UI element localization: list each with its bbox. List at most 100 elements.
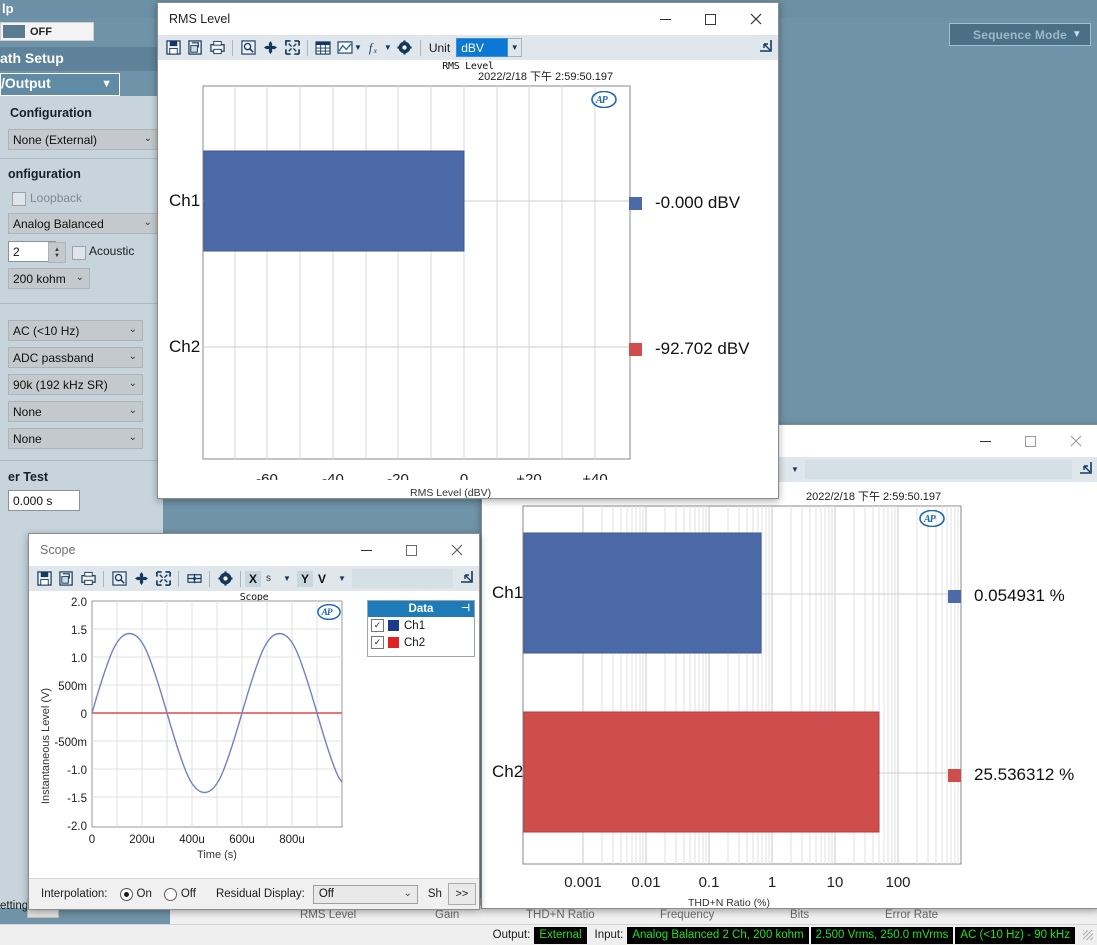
status-filter-value: AC (<10 Hz) - 90 kHz	[955, 926, 1075, 944]
chevron-down-icon[interactable]: ▼	[384, 43, 392, 52]
toolbar-separator	[232, 39, 233, 56]
field-output-config[interactable]: None (External) ⌄	[8, 129, 158, 150]
svg-text:+20: +20	[516, 471, 541, 480]
print-icon[interactable]	[78, 568, 98, 589]
data-panel-row-ch1[interactable]: ✓ Ch1	[368, 617, 474, 634]
maximize-icon[interactable]	[1008, 425, 1053, 457]
chevron-down-icon: ⌄	[128, 351, 137, 362]
loopback-checkbox[interactable]	[12, 192, 26, 206]
svg-text:1: 1	[768, 874, 776, 891]
close-icon[interactable]	[434, 534, 479, 566]
chevron-down-icon: ⌄	[143, 133, 152, 144]
thdn-toolbar-field[interactable]	[804, 460, 1072, 479]
fit-icon[interactable]	[282, 37, 302, 58]
expand-more-button[interactable]: >>	[447, 883, 476, 905]
function-icon[interactable]: fx	[365, 37, 385, 58]
unit-select[interactable]: dBV	[456, 38, 509, 57]
result-tab-rms-level[interactable]: RMS Level	[300, 909, 356, 921]
expand-more-label: >>	[455, 888, 469, 900]
residual-display-select[interactable]: Off ⌄	[312, 884, 418, 904]
scope-toolbar-field[interactable]	[351, 569, 453, 588]
crosshair-icon[interactable]	[184, 568, 204, 589]
field-coupling[interactable]: AC (<10 Hz) ⌄	[8, 320, 143, 341]
input-output-dropdown[interactable]: /Output ▼	[0, 73, 120, 96]
ch2-checkbox[interactable]: ✓	[371, 636, 384, 649]
chevron-down-icon[interactable]: ▼	[338, 574, 346, 583]
scope-footer: Interpolation: On Off Residual Display: …	[29, 878, 479, 909]
expand-corner-icon[interactable]	[1079, 461, 1092, 477]
expand-corner-icon[interactable]	[759, 39, 772, 55]
scope-title-bar[interactable]: Scope	[29, 534, 479, 566]
chevron-down-icon: ⌄	[403, 887, 412, 899]
y-axis-toggle[interactable]: Y	[296, 570, 313, 587]
minimize-icon[interactable]	[344, 534, 389, 566]
maximize-icon[interactable]	[688, 3, 733, 35]
field-impedance[interactable]: 200 kohm ⌄	[8, 268, 90, 289]
legend-swatch-ch2	[629, 342, 642, 356]
chevron-down-icon[interactable]: ▼	[354, 43, 362, 52]
field-filter-1[interactable]: None ⌄	[8, 401, 143, 422]
maximize-icon[interactable]	[389, 534, 434, 566]
power-toggle[interactable]: OFF	[0, 22, 94, 41]
svg-text:0.001: 0.001	[564, 874, 602, 891]
rms-title-bar[interactable]: RMS Level	[158, 3, 778, 35]
x-unit-label: s	[266, 573, 272, 584]
field-sample-rate[interactable]: 90k (192 kHz SR) ⌄	[8, 374, 143, 395]
result-tab-bits[interactable]: Bits	[790, 909, 809, 921]
field-input-connector[interactable]: Analog Balanced ⌄	[8, 213, 158, 234]
result-tab-thdn-ratio[interactable]: THD+N Ratio	[526, 909, 595, 921]
interpolation-on-radio[interactable]: On	[119, 887, 152, 901]
svg-text:1.0: 1.0	[71, 653, 87, 665]
rms-window-controls	[643, 3, 778, 35]
svg-text:0: 0	[81, 709, 87, 721]
unit-label: Unit	[428, 40, 451, 55]
zoom-icon[interactable]	[238, 37, 258, 58]
pan-icon[interactable]	[131, 568, 151, 589]
graph-icon[interactable]	[335, 37, 355, 58]
x-axis-toggle[interactable]: X	[245, 570, 262, 587]
settings-icon[interactable]	[215, 568, 235, 589]
zoom-icon[interactable]	[109, 568, 129, 589]
pan-icon[interactable]	[260, 37, 280, 58]
data-panel-title: Data	[408, 603, 434, 615]
table-icon[interactable]	[313, 37, 333, 58]
field-bandwidth[interactable]: ADC passband ⌄	[8, 347, 143, 368]
minimize-icon[interactable]	[643, 3, 688, 35]
save-icon[interactable]	[163, 37, 183, 58]
field-filter-test-time[interactable]: 0.000 s	[8, 490, 80, 511]
chevron-down-icon[interactable]: ▼	[791, 465, 799, 474]
field-filter-2[interactable]: None ⌄	[8, 428, 143, 449]
print-icon[interactable]	[207, 37, 227, 58]
svg-text:500m: 500m	[58, 681, 87, 693]
copy-icon[interactable]	[185, 37, 205, 58]
pin-icon[interactable]: ⊣	[461, 603, 470, 614]
channels-stepper[interactable]: ▲ ▼	[48, 242, 66, 263]
acoustic-checkbox[interactable]	[72, 246, 86, 260]
sequence-mode-button[interactable]: Sequence Mode ▼	[949, 23, 1091, 46]
thdn-category-ch1: Ch1	[492, 583, 524, 602]
close-icon[interactable]	[1053, 425, 1097, 457]
data-panel-row-ch2[interactable]: ✓ Ch2	[368, 634, 474, 651]
resize-grip-icon[interactable]	[1083, 930, 1093, 940]
rms-timestamp: 2022/2/18 下午 2:59:50.197	[478, 71, 614, 83]
interpolation-on-label: On	[136, 888, 152, 900]
close-icon[interactable]	[733, 3, 778, 35]
field-channels-value: 2	[13, 244, 20, 259]
field-coupling-value: AC (<10 Hz)	[13, 323, 80, 338]
toolbar-separator	[178, 570, 179, 587]
interpolation-off-radio[interactable]: Off	[163, 887, 196, 901]
save-icon[interactable]	[34, 568, 54, 589]
result-tab-frequency[interactable]: Frequency	[660, 909, 714, 921]
expand-corner-icon[interactable]	[460, 570, 473, 586]
ap-logo-icon: AP	[919, 509, 945, 530]
result-tab-gain[interactable]: Gain	[435, 909, 459, 921]
menu-help[interactable]: lp	[0, 0, 16, 17]
minimize-icon[interactable]	[963, 425, 1008, 457]
settings-icon[interactable]	[395, 37, 415, 58]
result-tab-error-rate[interactable]: Error Rate	[885, 909, 938, 921]
chevron-down-icon[interactable]: ▼	[283, 574, 291, 583]
fit-icon[interactable]	[153, 568, 173, 589]
unit-select-chevron-down-icon[interactable]: ▼	[508, 38, 523, 57]
copy-icon[interactable]	[56, 568, 76, 589]
ch1-checkbox[interactable]: ✓	[371, 619, 384, 632]
